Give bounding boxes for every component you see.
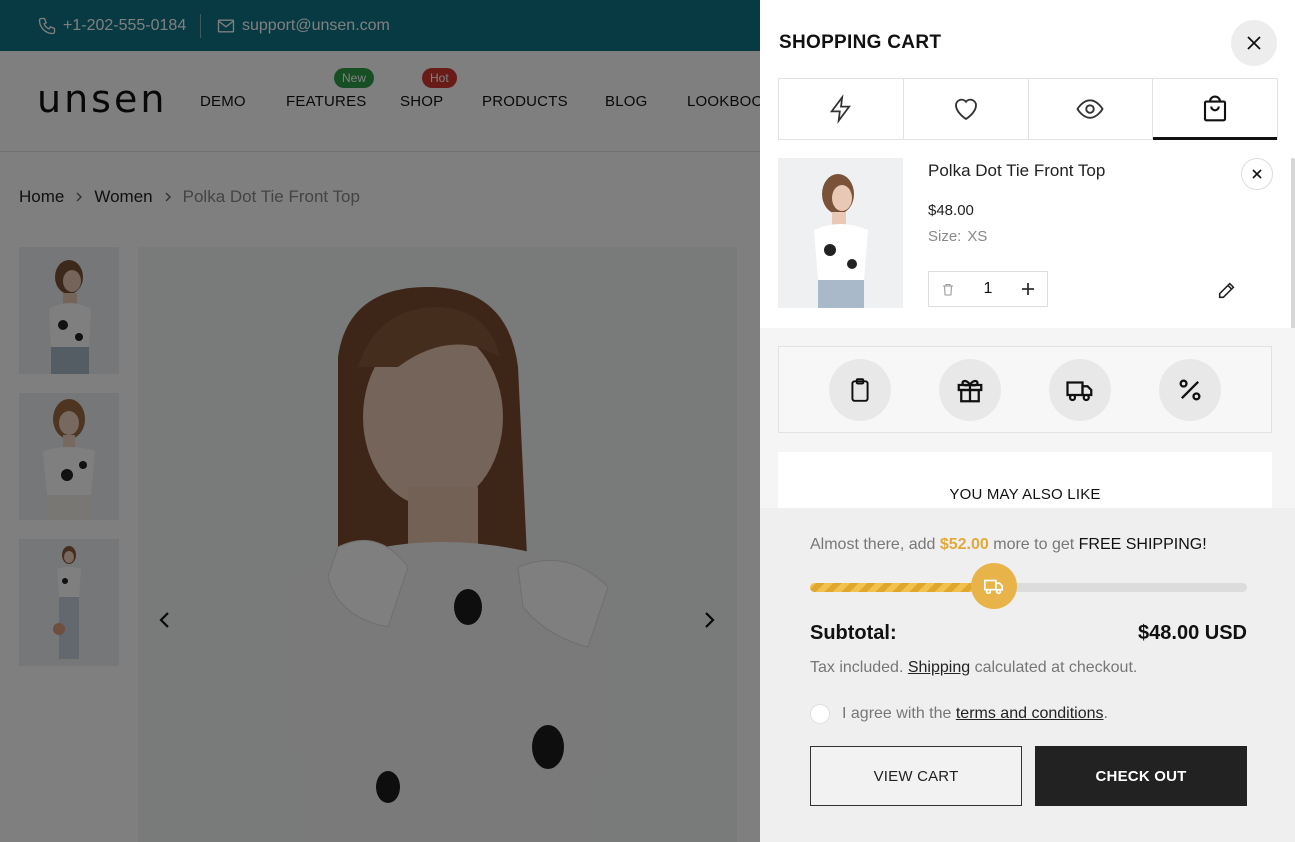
cart-item-name[interactable]: Polka Dot Tie Front Top xyxy=(928,161,1105,181)
tab-cart[interactable] xyxy=(1153,79,1277,140)
progress-knob xyxy=(970,563,1017,609)
shipping-progress-bar xyxy=(810,563,1247,609)
cart-item-price: $48.00 xyxy=(928,202,974,219)
cart-title: SHOPPING CART xyxy=(779,32,942,53)
tax-note: Tax included. Shipping calculated at che… xyxy=(810,659,1137,677)
shipping-text-pre: Almost there, add xyxy=(810,536,936,553)
cart-item-image[interactable] xyxy=(778,158,903,308)
close-drawer-button[interactable] xyxy=(1231,20,1277,66)
size-label: Size: xyxy=(928,228,962,245)
cart-item-size: Size: XS xyxy=(928,228,987,245)
percent-icon xyxy=(1179,379,1201,400)
drawer-tabs xyxy=(778,78,1278,140)
progress-fill xyxy=(810,583,994,592)
heart-icon xyxy=(954,98,977,121)
order-note-button[interactable] xyxy=(829,358,891,421)
tab-compare[interactable] xyxy=(779,79,904,139)
agree-text-post: . xyxy=(1103,705,1108,722)
close-icon xyxy=(1247,36,1261,50)
shipping-amount: $52.00 xyxy=(939,536,989,553)
agree-text-pre: I agree with the xyxy=(842,705,952,722)
coupon-button[interactable] xyxy=(1159,358,1221,421)
checkout-button[interactable]: CHECK OUT xyxy=(1035,746,1247,806)
tax-text-pre: Tax included. xyxy=(810,659,904,676)
terms-checkbox[interactable] xyxy=(810,704,830,724)
trash-icon xyxy=(943,283,953,296)
plus-icon xyxy=(1022,283,1034,295)
view-cart-button[interactable]: VIEW CART xyxy=(810,746,1022,806)
cart-tools xyxy=(778,346,1272,433)
tab-wishlist[interactable] xyxy=(904,79,1029,139)
product-photo xyxy=(778,158,903,308)
quantity-stepper: 1 xyxy=(928,271,1048,307)
shipping-link[interactable]: Shipping xyxy=(908,659,970,676)
gift-icon xyxy=(957,379,983,402)
free-shipping-message: Almost there, add $52.00 more to get FRE… xyxy=(810,536,1207,554)
truck-icon xyxy=(1066,380,1093,401)
remove-item-button[interactable] xyxy=(1241,158,1273,190)
shipping-estimate-button[interactable] xyxy=(1049,358,1111,421)
shipping-goal: FREE SHIPPING! xyxy=(1078,536,1207,553)
terms-agreement: I agree with the terms and conditions. xyxy=(810,704,1108,724)
increase-quantity-button[interactable] xyxy=(1009,272,1047,306)
truck-icon xyxy=(983,579,1003,595)
cart-item: Polka Dot Tie Front Top $48.00 Size: XS … xyxy=(778,158,1293,328)
clipboard-icon xyxy=(851,377,869,402)
cart-footer: Almost there, add $52.00 more to get FRE… xyxy=(760,508,1295,842)
section-heading: YOU MAY ALSO LIKE xyxy=(949,486,1101,503)
shopping-bag-icon xyxy=(1204,95,1227,122)
size-value: XS xyxy=(967,228,988,245)
tab-recently-viewed[interactable] xyxy=(1029,79,1154,139)
subtotal-value: $48.00 USD xyxy=(1138,622,1247,644)
quantity-value[interactable]: 1 xyxy=(967,280,1009,298)
tax-text-post: calculated at checkout. xyxy=(974,659,1138,676)
delete-button[interactable] xyxy=(929,272,967,306)
subtotal-label: Subtotal: xyxy=(810,622,897,644)
gift-wrap-button[interactable] xyxy=(939,358,1001,421)
close-icon xyxy=(1252,169,1262,179)
edit-icon[interactable] xyxy=(1216,279,1238,301)
cart-drawer: SHOPPING CART Polka Dot Tie Front Top $4… xyxy=(760,0,1295,842)
eye-icon xyxy=(1076,99,1104,119)
lightning-icon xyxy=(829,94,851,124)
shipping-text-mid: more to get xyxy=(993,536,1075,553)
terms-link[interactable]: terms and conditions xyxy=(956,705,1104,722)
